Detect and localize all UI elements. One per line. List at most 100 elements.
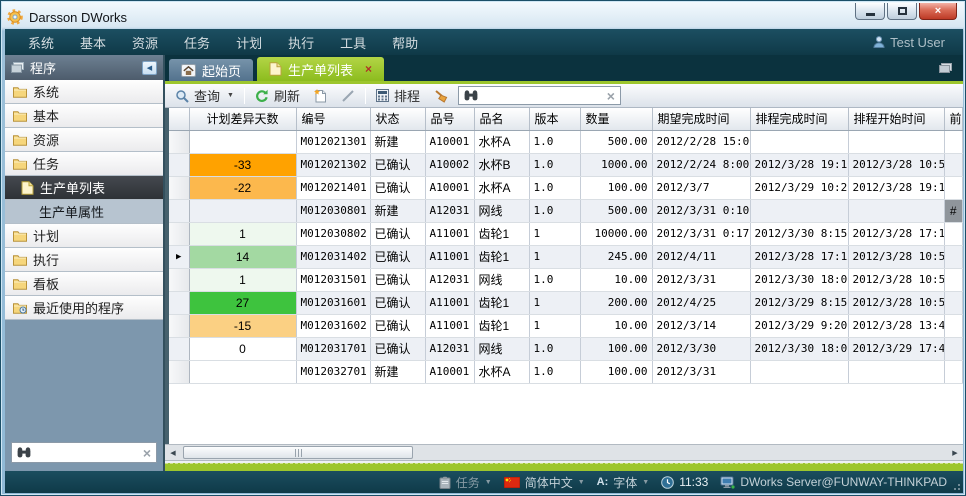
menu-item[interactable]: 系统 [15, 29, 67, 56]
cell-sched_start[interactable]: 2012/3/28 10:52 [848, 153, 944, 176]
cell-qty[interactable]: 100.00 [580, 337, 652, 360]
cell-sched_end[interactable]: 2012/3/28 19:10 [750, 153, 848, 176]
cell-diff[interactable]: -22 [189, 176, 296, 199]
cell-sched_end[interactable] [750, 130, 848, 153]
sidebar-search-clear-icon[interactable]: × [143, 446, 151, 460]
cell-item_name[interactable]: 水杯B [474, 153, 529, 176]
column-header-item_no[interactable]: 品号 [425, 108, 474, 130]
new-button[interactable] [310, 88, 331, 104]
row-header-cell[interactable] [169, 222, 189, 245]
cell-qty[interactable]: 500.00 [580, 130, 652, 153]
horizontal-scrollbar[interactable]: ◀ ▶ [165, 444, 963, 461]
column-header-sched_start[interactable]: 排程开始时间 [848, 108, 944, 130]
cell-no[interactable]: M012031402 [296, 245, 370, 268]
cell-expect[interactable]: 2012/3/14 [652, 314, 750, 337]
grid-search-input[interactable] [482, 89, 603, 103]
cell-no[interactable]: M012031602 [296, 314, 370, 337]
cell-no[interactable]: M012021302 [296, 153, 370, 176]
menu-item[interactable]: 帮助 [379, 29, 431, 56]
sidebar-item[interactable]: 执行 [5, 248, 163, 272]
cell-status[interactable]: 已确认 [370, 222, 425, 245]
cell-diff[interactable] [189, 360, 296, 383]
cell-no[interactable]: M012031701 [296, 337, 370, 360]
cell-last[interactable] [944, 245, 963, 268]
sidebar-item[interactable]: 资源 [5, 128, 163, 152]
cell-sched_end[interactable]: 2012/3/28 17:13 [750, 245, 848, 268]
cell-diff[interactable]: 0 [189, 337, 296, 360]
resize-grip[interactable] [952, 482, 960, 490]
table-row[interactable]: -22M012021401已确认A10001水杯A1.0100.002012/3… [169, 176, 963, 199]
cell-status[interactable]: 已确认 [370, 245, 425, 268]
query-button[interactable]: 查询 ▼ [171, 85, 238, 106]
cell-diff[interactable]: 27 [189, 291, 296, 314]
cell-sched_start[interactable]: 2012/3/28 10:52 [848, 245, 944, 268]
menu-item[interactable]: 计划 [223, 29, 275, 56]
table-row[interactable]: 1M012030802已确认A11001齿轮1110000.002012/3/3… [169, 222, 963, 245]
cell-sched_start[interactable]: 2012/3/28 19:10 [848, 176, 944, 199]
cell-item_name[interactable]: 水杯A [474, 176, 529, 199]
cell-sched_end[interactable]: 2012/3/30 18:00 [750, 268, 848, 291]
status-language-menu[interactable]: 简体中文 ▼ [504, 474, 585, 491]
row-selector-marker[interactable]: ▶ [169, 245, 189, 268]
cell-version[interactable]: 1 [529, 222, 580, 245]
row-header-cell[interactable] [169, 153, 189, 176]
column-header-item_name[interactable]: 品名 [474, 108, 529, 130]
cell-version[interactable]: 1.0 [529, 153, 580, 176]
cell-last[interactable] [944, 337, 963, 360]
minimize-button[interactable] [855, 3, 885, 20]
cell-last[interactable] [944, 130, 963, 153]
table-row[interactable]: M012021301新建A10001水杯A1.0500.002012/2/28 … [169, 130, 963, 153]
schedule-button[interactable]: 排程 [372, 85, 424, 106]
cell-no[interactable]: M012030801 [296, 199, 370, 222]
cell-sched_end[interactable] [750, 199, 848, 222]
cell-qty[interactable]: 10.00 [580, 314, 652, 337]
cell-expect[interactable]: 2012/3/31 0:10 [652, 199, 750, 222]
row-header-cell[interactable] [169, 291, 189, 314]
cell-item_no[interactable]: A10001 [425, 176, 474, 199]
cell-last[interactable] [944, 291, 963, 314]
sidebar-item[interactable]: 生产单属性 [5, 200, 163, 224]
cell-diff[interactable]: -15 [189, 314, 296, 337]
cell-diff[interactable] [189, 130, 296, 153]
cell-sched_start[interactable]: 2012/3/28 17:13 [848, 222, 944, 245]
cell-version[interactable]: 1.0 [529, 360, 580, 383]
cell-sched_start[interactable]: 2012/3/28 10:52 [848, 291, 944, 314]
cell-last[interactable] [944, 153, 963, 176]
cell-item_name[interactable]: 齿轮1 [474, 245, 529, 268]
menu-item[interactable]: 工具 [327, 29, 379, 56]
cell-no[interactable]: M012021301 [296, 130, 370, 153]
query-dropdown-icon[interactable]: ▼ [227, 92, 234, 99]
cell-diff[interactable] [189, 199, 296, 222]
cell-item_name[interactable]: 水杯A [474, 360, 529, 383]
close-button[interactable]: × [919, 3, 957, 20]
cell-version[interactable]: 1 [529, 245, 580, 268]
cell-no[interactable]: M012032701 [296, 360, 370, 383]
cell-item_name[interactable]: 齿轮1 [474, 314, 529, 337]
cell-status[interactable]: 新建 [370, 199, 425, 222]
cell-qty[interactable]: 100.00 [580, 176, 652, 199]
tab-start-page[interactable]: 起始页 [169, 59, 253, 81]
cell-sched_start[interactable]: 2012/3/29 17:46 [848, 337, 944, 360]
menu-item[interactable]: 基本 [67, 29, 119, 56]
sidebar-item[interactable]: 计划 [5, 224, 163, 248]
column-header-last[interactable]: 前 [944, 108, 963, 130]
cell-item_no[interactable]: A11001 [425, 222, 474, 245]
menu-item[interactable]: 执行 [275, 29, 327, 56]
cell-expect[interactable]: 2012/4/25 [652, 291, 750, 314]
cell-sched_end[interactable]: 2012/3/29 10:20 [750, 176, 848, 199]
cell-sched_end[interactable]: 2012/3/30 8:15 [750, 222, 848, 245]
column-header-qty[interactable]: 数量 [580, 108, 652, 130]
cell-diff[interactable]: 1 [189, 222, 296, 245]
table-row[interactable]: 27M012031601已确认A11001齿轮11200.002012/4/25… [169, 291, 963, 314]
row-header-cell[interactable] [169, 268, 189, 291]
status-font-menu[interactable]: A: 字体 ▼ [597, 474, 650, 491]
cell-item_no[interactable]: A10002 [425, 153, 474, 176]
cell-item_no[interactable]: A10001 [425, 360, 474, 383]
table-row[interactable]: -33M012021302已确认A10002水杯B1.01000.002012/… [169, 153, 963, 176]
window-list-icon[interactable] [938, 62, 953, 74]
cell-qty[interactable]: 100.00 [580, 360, 652, 383]
cell-item_no[interactable]: A12031 [425, 199, 474, 222]
cell-item_no[interactable]: A12031 [425, 337, 474, 360]
cell-status[interactable]: 已确认 [370, 176, 425, 199]
cell-diff[interactable]: 14 [189, 245, 296, 268]
